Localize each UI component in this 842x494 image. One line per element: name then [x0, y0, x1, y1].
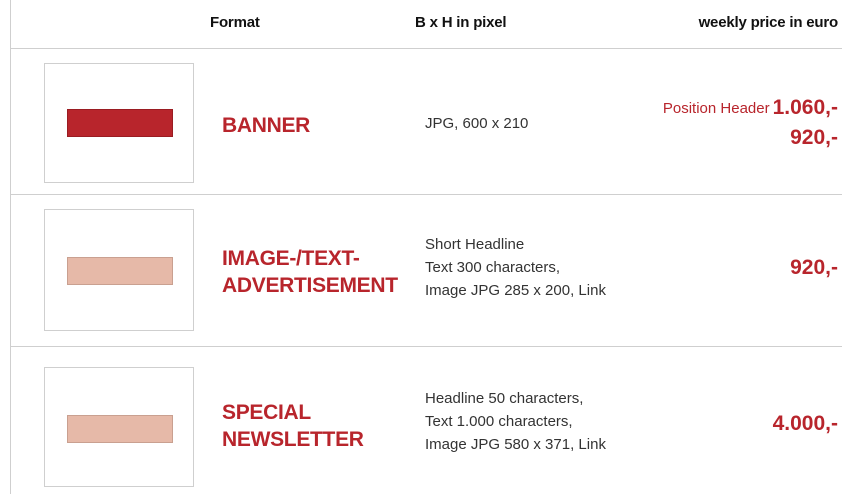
position-label: Position Header: [662, 100, 770, 117]
format-name: BANNER: [222, 112, 310, 139]
table-row-banner: BANNER JPG, 600 x 210 Position Header 1.0…: [10, 48, 842, 194]
special-newsletter-preview-thumbnail: [44, 367, 194, 487]
format-name-line: ADVERTISEMENT: [222, 274, 398, 297]
price-value: 920,-: [790, 126, 838, 149]
ad-placement-swatch: [67, 257, 173, 285]
column-header-size: B x H in pixel: [415, 14, 507, 31]
format-name-line: BANNER: [222, 114, 311, 137]
format-name: IMAGE-/TEXT- ADVERTISEMENT: [222, 245, 398, 299]
price-standard: 920,-: [790, 253, 838, 283]
price-standard: 4.000,-: [773, 409, 838, 439]
banner-preview-thumbnail: [44, 63, 194, 183]
description-line: Short Headline: [425, 236, 525, 253]
description-line: Headline 50 characters,: [425, 390, 584, 407]
price-value: 4.000,-: [772, 412, 838, 435]
column-header-format: Format: [210, 14, 260, 31]
description-line: Image JPG 285 x 200, Link: [425, 282, 606, 299]
banner-placement-swatch: [67, 109, 173, 137]
description-line: Image JPG 580 x 371, Link: [425, 436, 606, 453]
table-row-special-newsletter: SPECIAL NEWSLETTER Headline 50 character…: [10, 346, 842, 494]
description-line: JPG, 600 x 210: [425, 115, 529, 132]
format-name: SPECIAL NEWSLETTER: [222, 399, 364, 453]
price-standard: 920,-: [790, 123, 838, 153]
format-description: Short Headline Text 300 characters, Imag…: [425, 233, 606, 302]
newsletter-placement-swatch: [67, 415, 173, 443]
format-name-line: IMAGE-/TEXT-: [222, 247, 360, 270]
description-line: Text 300 characters,: [425, 259, 561, 276]
price-position-header: Position Header 1.060,-: [663, 93, 838, 124]
format-description: JPG, 600 x 210: [425, 112, 528, 135]
table-row-image-text-ad: IMAGE-/TEXT- ADVERTISEMENT Short Headlin…: [10, 194, 842, 346]
price-value: 920,-: [790, 256, 838, 279]
format-description: Headline 50 characters, Text 1.000 chara…: [425, 387, 606, 456]
format-name-line: NEWSLETTER: [222, 428, 364, 451]
format-name-line: SPECIAL: [222, 401, 311, 424]
image-text-ad-preview-thumbnail: [44, 209, 194, 331]
price-value: 1.060,-: [772, 96, 838, 119]
column-header-price: weekly price in euro: [698, 14, 839, 31]
description-line: Text 1.000 characters,: [425, 413, 573, 430]
